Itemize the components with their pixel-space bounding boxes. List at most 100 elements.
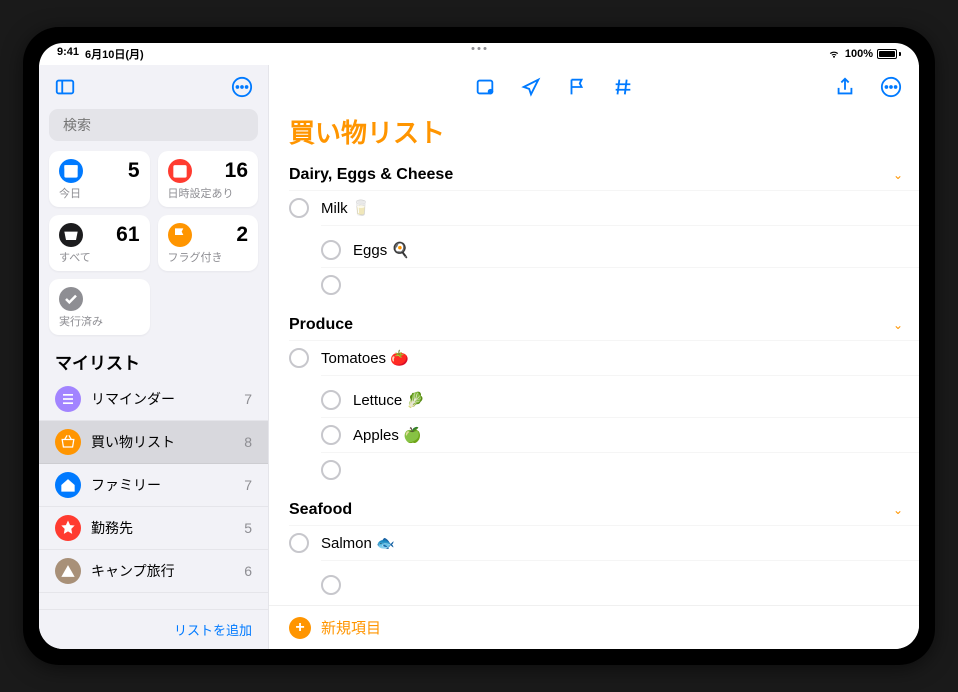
reminder-text: [353, 461, 919, 479]
card-label: フラグ付き: [168, 249, 249, 265]
group-dairy: Dairy, Eggs & Cheese ⌄ Milk 🥛 Eggs 🍳: [289, 160, 919, 302]
reminder-item-empty[interactable]: [321, 267, 919, 302]
new-reminder-button[interactable]: + 新規項目: [269, 605, 919, 649]
screen: 9:41 6月10日(月) 100% 5 今日 16 日時設定あり 61 すべて: [39, 43, 919, 649]
reminder-item[interactable]: Milk 🥛: [289, 190, 919, 225]
checkbox[interactable]: [289, 533, 309, 553]
list-reminders[interactable]: リマインダー 7: [39, 378, 268, 421]
list-camping[interactable]: キャンプ旅行 6: [39, 550, 268, 593]
main-panel: + 買い物リスト Dairy, Eggs & Cheese ⌄ Milk 🥛 E…: [269, 65, 919, 649]
reminder-item[interactable]: Lettuce 🥬: [321, 383, 919, 417]
tray-icon: [59, 223, 83, 247]
list-family[interactable]: ファミリー 7: [39, 464, 268, 507]
card-label: 実行済み: [59, 313, 140, 329]
home-icon: [55, 472, 81, 498]
status-date: 6月10日(月): [85, 46, 144, 62]
chevron-down-icon: ⌄: [893, 168, 903, 182]
device-frame: 9:41 6月10日(月) 100% 5 今日 16 日時設定あり 61 すべて: [23, 27, 935, 665]
section-mylists: マイリスト: [39, 345, 268, 378]
reminder-text: Salmon 🐟: [321, 534, 919, 552]
card-scheduled[interactable]: 16 日時設定あり: [158, 151, 259, 207]
reminder-text: Eggs 🍳: [353, 241, 919, 259]
list-count: 7: [244, 391, 252, 407]
main-toolbar: +: [269, 65, 919, 109]
checkbox[interactable]: [289, 198, 309, 218]
location-button[interactable]: [517, 73, 545, 101]
share-button[interactable]: [831, 73, 859, 101]
list-work[interactable]: 勤務先 5: [39, 507, 268, 550]
search-input[interactable]: [63, 117, 244, 133]
group-title: Seafood: [289, 501, 352, 519]
checkbox[interactable]: [321, 575, 341, 595]
battery-icon: [877, 49, 901, 59]
group-header[interactable]: Seafood ⌄: [289, 495, 919, 525]
flag-icon: [168, 223, 192, 247]
card-count: 5: [128, 159, 140, 183]
list-count: 8: [244, 434, 252, 450]
check-icon: [59, 287, 83, 311]
reminder-item-empty[interactable]: [321, 452, 919, 487]
calendar-icon: [168, 159, 192, 183]
reminder-text: [353, 276, 919, 294]
group-produce: Produce ⌄ Tomatoes 🍅 Lettuce 🥬 Apples 🍏: [289, 310, 919, 487]
checkbox[interactable]: [321, 425, 341, 445]
battery-pct: 100%: [845, 48, 873, 60]
tag-button[interactable]: [609, 73, 637, 101]
toggle-sidebar-button[interactable]: [51, 73, 79, 101]
card-count: 61: [116, 223, 139, 247]
summary-cards: 5 今日 16 日時設定あり 61 すべて 2 フラグ付き 実行済み: [39, 151, 268, 345]
checkbox[interactable]: [289, 348, 309, 368]
new-reminder-label: 新規項目: [321, 617, 381, 638]
my-lists: リマインダー 7 買い物リスト 8 ファミリー 7 勤務先 5 キャンプ旅行 6: [39, 378, 268, 609]
basket-icon: [55, 429, 81, 455]
flag-button[interactable]: [563, 73, 591, 101]
status-time: 9:41: [57, 46, 79, 62]
sidebar-footer: リストを追加: [39, 609, 268, 649]
calendar-icon: [59, 159, 83, 183]
reminder-item[interactable]: Tomatoes 🍅: [289, 340, 919, 375]
details-button[interactable]: +: [471, 73, 499, 101]
search-field[interactable]: [49, 109, 258, 141]
tent-icon: [55, 558, 81, 584]
multitask-indicator[interactable]: [472, 47, 487, 50]
card-today[interactable]: 5 今日: [49, 151, 150, 207]
reminder-text: [353, 576, 919, 594]
checkbox[interactable]: [321, 275, 341, 295]
group-header[interactable]: Produce ⌄: [289, 310, 919, 340]
list-count: 6: [244, 563, 252, 579]
list-label: キャンプ旅行: [91, 561, 234, 581]
card-completed[interactable]: 実行済み: [49, 279, 150, 335]
list-count: 5: [244, 520, 252, 536]
app-content: 5 今日 16 日時設定あり 61 すべて 2 フラグ付き 実行済み マイリスト…: [39, 65, 919, 649]
list-shopping[interactable]: 買い物リスト 8: [39, 421, 268, 464]
reminders-content[interactable]: Dairy, Eggs & Cheese ⌄ Milk 🥛 Eggs 🍳 Pro…: [269, 160, 919, 605]
list-label: 買い物リスト: [91, 432, 234, 452]
group-title: Produce: [289, 316, 353, 334]
card-all[interactable]: 61 すべて: [49, 215, 150, 271]
card-label: すべて: [59, 249, 140, 265]
list-label: リマインダー: [91, 389, 234, 409]
checkbox[interactable]: [321, 460, 341, 480]
card-count: 16: [225, 159, 248, 183]
checkbox[interactable]: [321, 390, 341, 410]
card-flagged[interactable]: 2 フラグ付き: [158, 215, 259, 271]
reminder-item[interactable]: Eggs 🍳: [321, 233, 919, 267]
chevron-down-icon: ⌄: [893, 503, 903, 517]
card-count: 2: [236, 223, 248, 247]
checkbox[interactable]: [321, 240, 341, 260]
chevron-down-icon: ⌄: [893, 318, 903, 332]
list-title: 買い物リスト: [269, 109, 919, 160]
group-header[interactable]: Dairy, Eggs & Cheese ⌄: [289, 160, 919, 190]
plus-icon: +: [289, 617, 311, 639]
reminder-item-empty[interactable]: [321, 568, 919, 602]
reminder-item[interactable]: Salmon 🐟: [289, 525, 919, 560]
add-list-button[interactable]: リストを追加: [174, 620, 252, 639]
card-label: 今日: [59, 185, 140, 201]
list-icon: [55, 386, 81, 412]
more-menu-button[interactable]: [228, 73, 256, 101]
group-seafood: Seafood ⌄ Salmon 🐟: [289, 495, 919, 602]
list-more-button[interactable]: [877, 73, 905, 101]
sidebar: 5 今日 16 日時設定あり 61 すべて 2 フラグ付き 実行済み マイリスト…: [39, 65, 269, 649]
reminder-text: Lettuce 🥬: [353, 391, 919, 409]
reminder-item[interactable]: Apples 🍏: [321, 417, 919, 452]
